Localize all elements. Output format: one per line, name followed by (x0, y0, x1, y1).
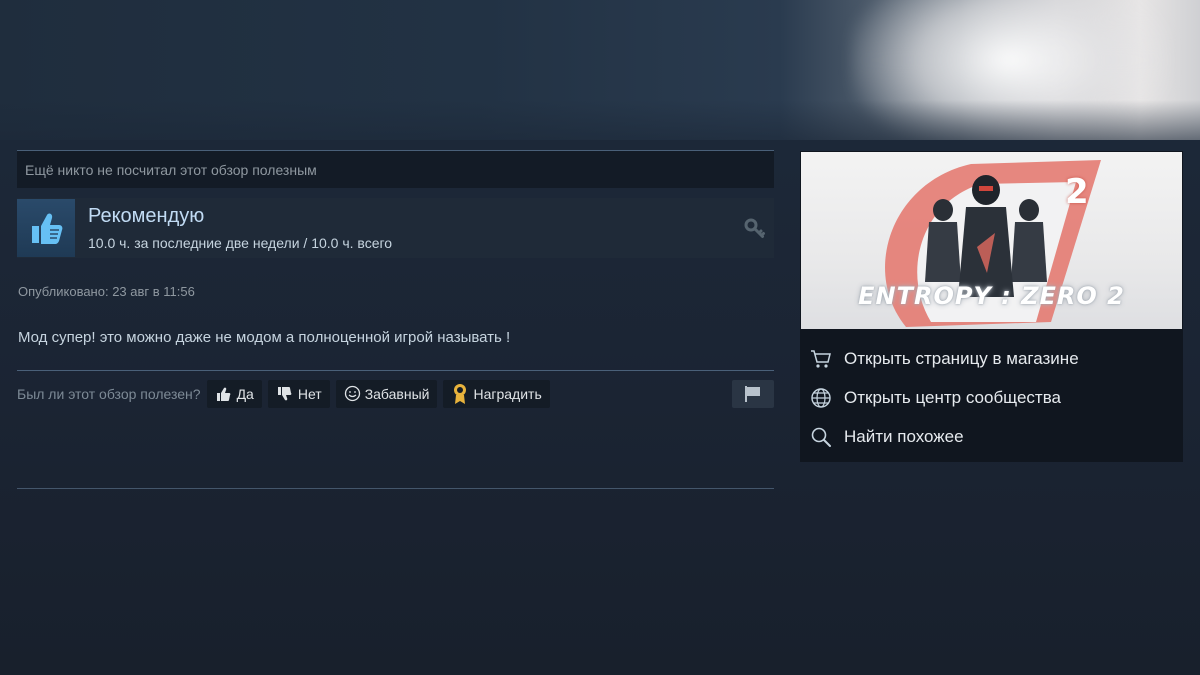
review-body: Мод супер! это можно даже не модом а пол… (18, 329, 511, 346)
section-divider (17, 488, 774, 489)
recommendation-title[interactable]: Рекомендую (88, 205, 392, 228)
game-logo-text: ENTROPY : ZERO 2 (858, 282, 1125, 310)
thumbs-down-icon (277, 386, 292, 400)
vote-yes-button[interactable]: Да (206, 379, 262, 408)
vote-yes-label: Да (236, 385, 254, 402)
game-capsule-image[interactable]: 2 ENTROPY : ZERO 2 (801, 152, 1182, 329)
vote-no-button[interactable]: Нет (267, 379, 330, 408)
vote-funny-button[interactable]: Забавный (335, 379, 438, 408)
award-label: Наградить (473, 385, 542, 402)
globe-icon (811, 387, 831, 408)
thumbs-up-icon (216, 387, 230, 401)
vote-row: Был ли этот обзор полезен? Да Нет Забавн… (17, 370, 774, 408)
helpful-count-bar: Ещё никто не посчитал этот обзор полезны… (17, 150, 774, 188)
vote-funny-label: Забавный (364, 385, 430, 402)
playtime-hours: 10.0 ч. за последние две недели / 10.0 ч… (88, 235, 393, 251)
recommendation-box: Рекомендую 10.0 ч. за последние две неде… (17, 198, 774, 258)
award-button[interactable]: Наградить (443, 379, 550, 408)
store-page-link[interactable]: Открыть страницу в магазине (800, 339, 1183, 378)
flag-icon (745, 385, 760, 402)
vote-question: Был ли этот обзор полезен? (17, 385, 201, 402)
award-ribbon-icon (454, 383, 467, 404)
community-hub-label: Открыть центр сообщества (844, 387, 1062, 407)
community-hub-link[interactable]: Открыть центр сообщества (800, 378, 1183, 417)
vote-no-label: Нет (297, 385, 322, 402)
smiley-icon (344, 385, 360, 402)
recommendation-text: Рекомендую 10.0 ч. за последние две неде… (88, 205, 392, 251)
report-flag-button[interactable] (732, 379, 774, 408)
search-icon (811, 427, 831, 447)
logo-number: 2 (1065, 172, 1089, 212)
find-similar-link[interactable]: Найти похожее (800, 417, 1183, 456)
find-similar-label: Найти похожее (844, 426, 964, 446)
banner-shade (0, 100, 1200, 140)
posted-date: Опубликовано: 23 авг в 11:56 (18, 284, 195, 299)
thumbs-up-icon (17, 199, 75, 257)
helpful-count-text: Ещё никто не посчитал этот обзор полезны… (25, 161, 317, 178)
store-page-label: Открыть страницу в магазине (844, 348, 1079, 368)
game-panel: 2 ENTROPY : ZERO 2 Открыть страницу в ма… (800, 151, 1183, 462)
game-links: Открыть страницу в магазине Открыть цент… (800, 339, 1183, 456)
cart-icon (811, 349, 831, 368)
profile-banner (0, 0, 1200, 140)
key-icon (744, 218, 766, 240)
review-column: Ещё никто не посчитал этот обзор полезны… (17, 150, 774, 408)
